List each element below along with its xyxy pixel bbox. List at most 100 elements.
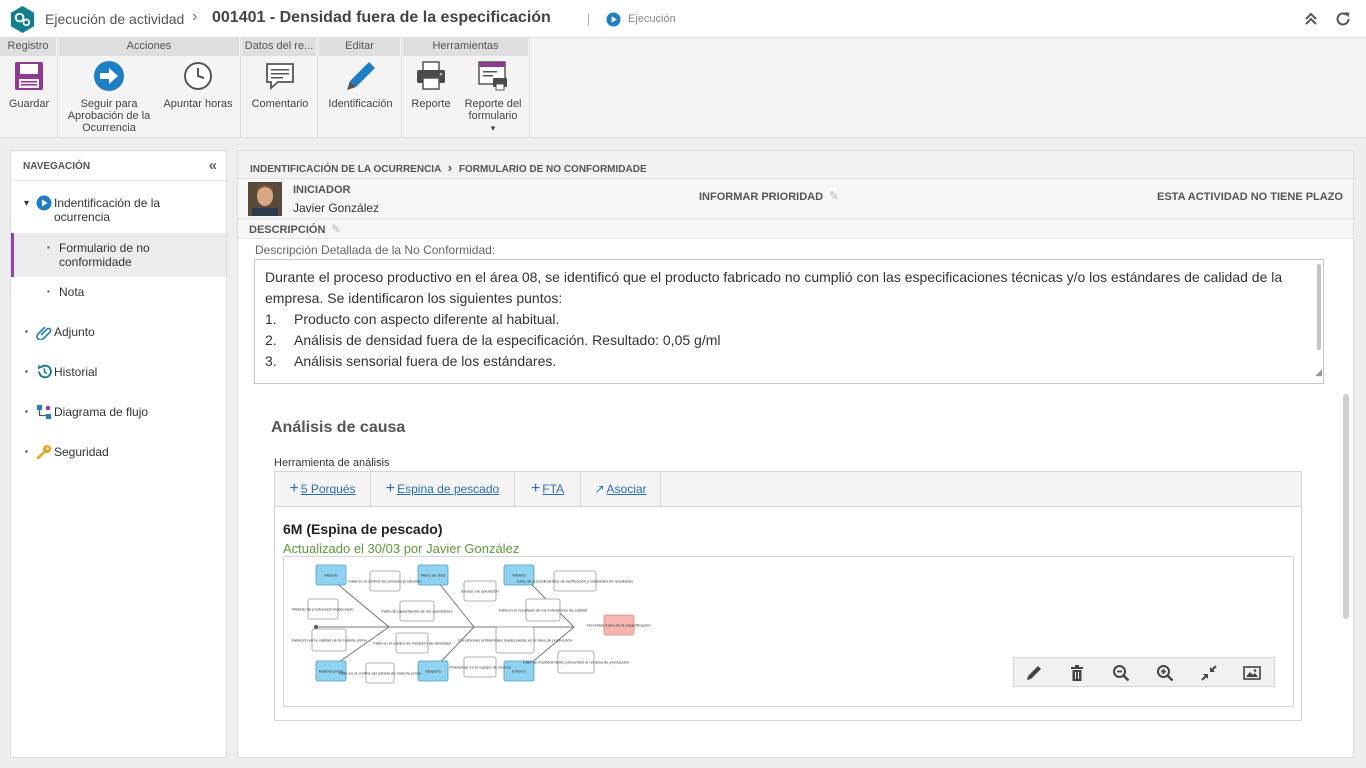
svg-text:Método de producción inadecuad: Método de producción inadecuado xyxy=(292,607,354,612)
svg-text:Método: Método xyxy=(324,573,338,578)
svg-text:Falta de capacitación de los o: Falta de capacitación de los operadores xyxy=(382,609,453,614)
form-report-label: Reporte del formulario xyxy=(464,98,522,122)
chevron-down-icon[interactable]: ▾ xyxy=(491,123,496,133)
description-textarea[interactable]: Durante el proceso productivo en el área… xyxy=(254,259,1324,384)
fishbone-category[interactable]: Mano de obra xyxy=(417,564,449,586)
svg-text:Falla en el equipo de medición: Falla en el equipo de medición de densid… xyxy=(373,641,450,646)
navigation-header: NAVEGACIÓN « xyxy=(11,151,226,181)
fishbone-cause[interactable]: Falla en el resultado de los indicadores… xyxy=(499,598,588,622)
analysis-card: 6M (Espina de pescado) Actualizado el 30… xyxy=(274,506,1302,721)
fishbone-cause[interactable]: Falla en el control del proceso producti… xyxy=(349,570,423,592)
bullet-icon: ▪ xyxy=(25,327,28,336)
svg-text:Falla de procedimientos de ver: Falla de procedimientos de verificación … xyxy=(517,579,633,584)
save-button[interactable]: Guardar xyxy=(4,60,54,110)
fishbone-cause[interactable]: Falta de capacitación de los operadores xyxy=(382,600,453,622)
save-label: Guardar xyxy=(8,98,50,110)
description-label: DESCRIPCIÓN xyxy=(249,224,326,236)
breadcrumb-separator: › xyxy=(447,160,453,175)
svg-text:Problemas en el equipo de mezc: Problemas en el equipo de mezcla xyxy=(449,665,511,670)
breadcrumb-item[interactable]: FORMULARIO DE NO CONFORMIDADE xyxy=(459,164,647,175)
breadcrumb-item[interactable]: INDENTIFICACIÓN DE LA OCURRENCIA xyxy=(250,164,441,175)
edit-pencil-icon[interactable]: ✎ xyxy=(331,222,341,236)
svg-text:Falla en el control del proces: Falla en el control del proceso producti… xyxy=(349,579,423,584)
priority-label[interactable]: INFORMAR PRIORIDAD xyxy=(699,191,823,203)
trash-icon[interactable] xyxy=(1068,664,1086,682)
gear-logo-icon xyxy=(10,5,35,34)
nav-item-nota[interactable]: ▪ Nota xyxy=(11,283,226,303)
fishbone-cause[interactable]: Exceso de operación xyxy=(461,580,499,602)
svg-text:Condiciones ambientales inadec: Condiciones ambientales inadecuadas en e… xyxy=(458,638,572,643)
collapse-panel-icon[interactable]: « xyxy=(209,157,218,174)
tab-fta[interactable]: + FTA xyxy=(515,472,581,506)
resize-handle-icon[interactable]: ◢ xyxy=(1315,362,1322,383)
refresh-icon[interactable] xyxy=(1334,10,1352,28)
fishbone-effect[interactable]: Densidad fuera de la especificación xyxy=(587,614,651,636)
nav-item-label: Formulario de no conformidade xyxy=(59,241,150,269)
nav-item-label: Diagrama de flujo xyxy=(54,405,149,419)
avatar xyxy=(248,182,282,216)
key-icon xyxy=(37,445,51,459)
nav-item-identificacion[interactable]: ▾ Indentificación de la ocurrencia xyxy=(11,195,226,231)
svg-text:Medida: Medida xyxy=(512,573,526,578)
nav-item-adjunto[interactable]: ▪ Adjunto xyxy=(11,323,226,343)
breadcrumb: INDENTIFICACIÓN DE LA OCURRENCIA › FORMU… xyxy=(238,151,1353,179)
fishbone-category[interactable]: Método xyxy=(315,564,347,586)
identification-button[interactable]: Identificación xyxy=(323,60,398,110)
svg-text:Variación en la calidad de la: Variación en la calidad de la materia pr… xyxy=(291,638,367,643)
fishbone-diagram[interactable]: Método Mano de obra Medida Materia prima Máq… xyxy=(283,556,1294,707)
fishbone-cause[interactable]: Falla en el equipo de medición de densid… xyxy=(373,632,451,654)
svg-text:Falla en el resultado de los i: Falla en el resultado de los indicadores… xyxy=(499,608,588,613)
tab-espina-pescado[interactable]: + Espina de pescado xyxy=(371,472,515,506)
log-hours-button[interactable]: Apuntar horas xyxy=(159,60,237,110)
nav-item-formulario[interactable]: ▪ Formulario de no conformidade xyxy=(11,233,226,277)
tool-label: Herramienta de análisis xyxy=(274,457,390,469)
list-item: 3. Análisis sensorial fuera de los estánd… xyxy=(265,353,557,369)
ribbon-group-title: Editar xyxy=(319,38,401,56)
pencil-icon[interactable] xyxy=(1025,664,1043,682)
textarea-scrollbar[interactable] xyxy=(1317,264,1321,350)
svg-text:Mano de obra: Mano de obra xyxy=(421,573,446,578)
edit-pencil-icon[interactable]: ✎ xyxy=(829,189,839,203)
comment-button[interactable]: Comentario xyxy=(246,60,314,110)
fishbone-cause[interactable]: Falla en el control del estado de materi… xyxy=(339,662,422,684)
zoom-out-icon[interactable] xyxy=(1112,664,1130,682)
fishbone-cause[interactable]: Condiciones ambientales inadecuadas en e… xyxy=(458,626,572,654)
fishbone-cause[interactable]: Problemas en el equipo de mezcla xyxy=(449,656,511,678)
diagram-toolbar xyxy=(1013,657,1275,687)
fishbone-category[interactable]: Máquina xyxy=(417,660,449,682)
nav-item-historial[interactable]: ▪ Historial xyxy=(11,363,226,383)
image-icon[interactable] xyxy=(1243,664,1261,682)
initiator-label: INICIADOR xyxy=(293,184,351,196)
collapse-up-icon[interactable] xyxy=(1302,10,1320,28)
ribbon-group-editar: Editar Identificación xyxy=(319,38,402,138)
field-label: Descripción Detallada de la No Conformid… xyxy=(255,243,496,257)
content-scrollbar[interactable] xyxy=(1343,394,1349,619)
form-report-button[interactable]: Reporte del formulario ▾ xyxy=(459,60,527,134)
ribbon-group-title: Datos del re... xyxy=(242,38,317,56)
analysis-tool-tabs: +5 Porqués + Espina de pescado + FTA ↗ Asoc… xyxy=(274,471,1302,507)
fishbone-cause[interactable]: Método de producción inadecuado xyxy=(292,598,354,620)
svg-text:Densidad fuera de la especific: Densidad fuera de la especificación xyxy=(587,623,650,628)
advance-approval-button[interactable]: Seguir para Aprobación de la Ocurrencia xyxy=(63,60,155,134)
svg-text:Entorno: Entorno xyxy=(512,669,527,674)
zoom-in-icon[interactable] xyxy=(1156,664,1174,682)
description-line: Durante el proceso productivo en el área… xyxy=(265,269,1283,285)
nav-item-seguridad[interactable]: ▪ Seguridad xyxy=(11,443,226,463)
svg-text:Falla en el control del estado: Falla en el control del estado de materi… xyxy=(339,671,422,676)
play-status-icon xyxy=(606,12,621,27)
caret-down-icon: ▾ xyxy=(24,198,30,209)
fishbone-cause[interactable]: Variación en la calidad de la materia pr… xyxy=(291,628,367,652)
deadline-label: ESTA ACTIVIDAD NO TIENE PLAZO xyxy=(1157,191,1343,203)
compress-icon[interactable] xyxy=(1200,664,1218,682)
tab-asociar[interactable]: ↗ Asociar xyxy=(581,472,661,506)
report-button[interactable]: Reporte xyxy=(407,60,455,110)
tab-5-porques[interactable]: +5 Porqués xyxy=(275,472,371,506)
external-link-icon: ↗ xyxy=(594,482,605,496)
nav-item-label: Adjunto xyxy=(54,325,95,339)
nav-item-diagrama[interactable]: ▪ Diagrama de flujo xyxy=(11,403,226,423)
fishbone-cause[interactable]: Falla de mantenimiento preventivo en el … xyxy=(523,650,629,674)
list-item: 2. Análisis de densidad fuera de la espec… xyxy=(265,332,721,348)
bullet-icon: ▪ xyxy=(25,367,28,376)
document-title: 001401 - Densidad fuera de la especifica… xyxy=(212,9,551,26)
identification-label: Identificación xyxy=(328,98,393,110)
